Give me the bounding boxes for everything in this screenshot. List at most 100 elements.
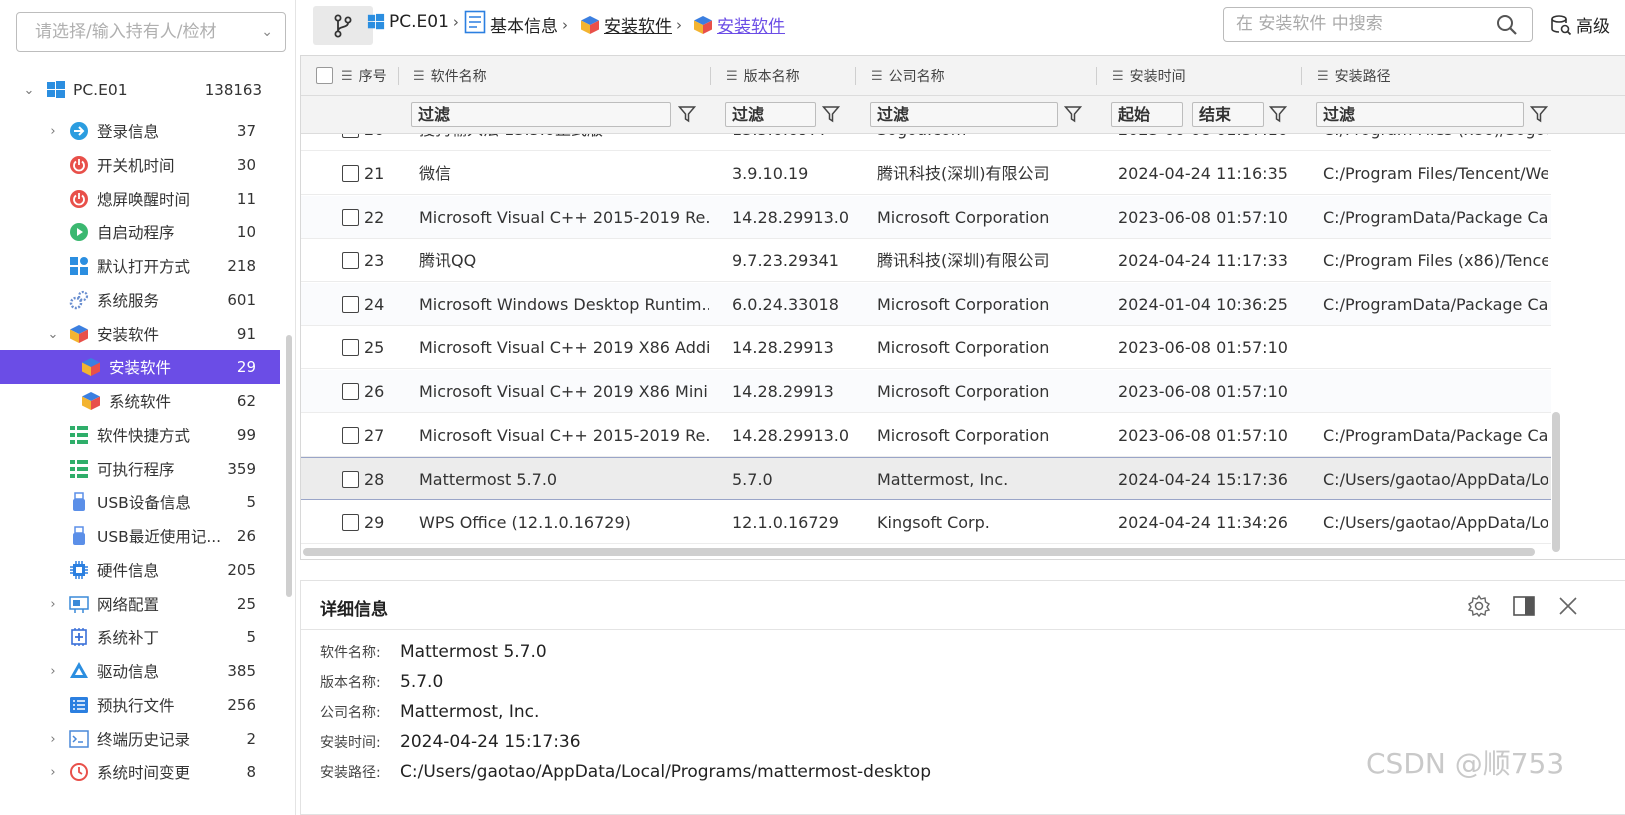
branch-button[interactable]	[313, 6, 373, 45]
table-row[interactable]: 20 搜狗输入法 13.5.0正式版 13.5.0.6977 Sogou.com…	[301, 134, 1551, 151]
sidebar-item[interactable]: 系统服务 601	[0, 283, 280, 317]
column-header-version[interactable]: ☰ 版本名称	[726, 56, 800, 96]
cell-name: Microsoft Visual C++ 2019 X86 Addi...	[419, 338, 709, 358]
holder-select[interactable]: 请选择/输入持有人/检材 ⌄	[16, 12, 286, 52]
chevron-right-icon[interactable]: ›	[46, 597, 60, 612]
vertical-scrollbar[interactable]	[1552, 412, 1560, 552]
breadcrumb-item-installed-software[interactable]: 安装软件 ›	[580, 12, 686, 37]
sidebar-item[interactable]: › 终端历史记录 2	[0, 722, 280, 756]
advanced-search-button[interactable]: 高级	[1550, 12, 1610, 37]
horizontal-scrollbar[interactable]	[303, 548, 1535, 556]
sidebar-item[interactable]: 默认打开方式 218	[0, 249, 280, 283]
table-row[interactable]: 23 腾讯QQ 9.7.23.29341 腾讯科技(深圳)有限公司 2024-04-24…	[301, 239, 1551, 283]
cell-version: 14.28.29913	[732, 382, 834, 401]
row-checkbox[interactable]	[342, 165, 359, 182]
start-date-input[interactable]: 起始	[1111, 102, 1183, 127]
name-filter-input[interactable]: 过滤	[411, 102, 671, 127]
breadcrumb-item-current[interactable]: 安装软件	[693, 12, 785, 37]
sidebar-item[interactable]: 开关机时间 30	[0, 148, 280, 182]
chevron-right-icon[interactable]: ›	[46, 732, 60, 747]
sidebar-item[interactable]: › 驱动信息 385	[0, 654, 280, 688]
cell-path: C:/Program Files (x86)/Tence...	[1323, 251, 1548, 271]
sidebar-item-count: 30	[236, 156, 256, 174]
column-divider[interactable]	[710, 67, 711, 85]
table-row[interactable]: 26 Microsoft Visual C++ 2019 X86 Mini... 1…	[301, 370, 1551, 413]
column-divider[interactable]	[855, 67, 856, 85]
end-date-input[interactable]: 结束	[1192, 102, 1264, 127]
table-row[interactable]: 27 Microsoft Visual C++ 2015-2019 Re... 14…	[301, 413, 1551, 457]
column-header-name[interactable]: ☰ 软件名称	[413, 56, 487, 96]
path-filter-input[interactable]: 过滤	[1316, 102, 1524, 127]
sidebar-item[interactable]: › 网络配置 25	[0, 587, 280, 621]
row-checkbox[interactable]	[342, 295, 359, 313]
close-icon[interactable]	[1556, 594, 1580, 618]
filter-icon[interactable]	[1530, 105, 1548, 123]
sidebar-item[interactable]: 安装软件 29	[0, 350, 280, 384]
company-filter-input[interactable]: 过滤	[870, 102, 1058, 127]
select-all-checkbox[interactable]	[316, 67, 333, 84]
sidebar-item[interactable]: 可执行程序 359	[0, 452, 280, 486]
chevron-right-icon[interactable]: ›	[46, 664, 60, 679]
filter-icon[interactable]	[1269, 105, 1287, 123]
table-row[interactable]: 24 Microsoft Windows Desktop Runtim... 6.0…	[301, 282, 1551, 326]
version-filter-input[interactable]: 过滤	[725, 102, 816, 127]
column-menu-icon[interactable]: ☰	[341, 69, 353, 84]
sidebar-item[interactable]: 系统软件 62	[0, 384, 280, 418]
table-row[interactable]: 21 微信 3.9.10.19 腾讯科技(深圳)有限公司 2024-04-24 11:1…	[301, 152, 1551, 195]
sidebar-item[interactable]: 软件快捷方式 99	[0, 418, 280, 452]
table-row[interactable]: 29 WPS Office (12.1.0.16729) 12.1.0.16729 K…	[301, 500, 1551, 544]
sidebar-item[interactable]: 系统补丁 5	[0, 620, 280, 654]
gear-icon[interactable]	[1467, 594, 1491, 618]
column-menu-icon[interactable]: ☰	[1112, 69, 1124, 84]
column-divider[interactable]	[1096, 67, 1097, 85]
sidebar-item[interactable]: › 系统时间变更 8	[0, 755, 280, 789]
column-menu-icon[interactable]: ☰	[726, 69, 738, 84]
sidebar-scrollbar[interactable]	[286, 335, 292, 597]
table-row[interactable]: 22 Microsoft Visual C++ 2015-2019 Re... 14…	[301, 195, 1551, 239]
column-menu-icon[interactable]: ☰	[871, 69, 883, 84]
chevron-down-icon[interactable]: ⌄	[46, 327, 60, 342]
row-checkbox[interactable]	[342, 513, 359, 531]
sidebar-item[interactable]: › 登录信息 37	[0, 114, 280, 148]
sidebar-item-label: 熄屏唤醒时间	[97, 191, 191, 209]
chevron-down-icon[interactable]: ⌄	[261, 13, 273, 51]
sidebar-item[interactable]: 预执行文件 256	[0, 688, 280, 722]
filter-icon[interactable]	[822, 105, 840, 123]
column-divider[interactable]	[398, 67, 399, 85]
row-checkbox[interactable]	[342, 134, 359, 138]
column-header-install-path[interactable]: ☰ 安装路径	[1317, 56, 1391, 96]
row-checkbox[interactable]	[342, 426, 359, 444]
column-header-install-time[interactable]: ☰ 安装时间	[1112, 56, 1186, 96]
column-header-company[interactable]: ☰ 公司名称	[871, 56, 945, 96]
column-divider[interactable]	[1301, 67, 1302, 85]
search-icon[interactable]	[1496, 14, 1518, 36]
row-checkbox[interactable]	[342, 208, 359, 226]
breadcrumb-item-basic-info[interactable]: 基本信息 ›	[464, 10, 572, 37]
table-row[interactable]: 25 Microsoft Visual C++ 2019 X86 Addi... 1…	[301, 326, 1551, 370]
sidebar-item[interactable]: 自启动程序 10	[0, 215, 280, 249]
sidebar-item[interactable]: 硬件信息 205	[0, 553, 280, 587]
table-row[interactable]: 28 Mattermost 5.7.0 5.7.0 Mattermost, Inc. 2…	[301, 457, 1551, 501]
breadcrumb-item-pc[interactable]: PC.E01 ›	[367, 12, 463, 32]
sidebar-item[interactable]: USB最近使用记... 26	[0, 519, 280, 553]
play-icon	[70, 223, 88, 241]
row-checkbox[interactable]	[342, 383, 359, 400]
row-checkbox[interactable]	[342, 339, 359, 357]
column-menu-icon[interactable]: ☰	[413, 69, 425, 84]
detail-value: 2024-04-24 15:17:36	[400, 732, 581, 752]
filter-icon[interactable]	[678, 105, 696, 123]
tree-root-pc[interactable]: ⌄ PC.E01 138163	[0, 73, 280, 107]
sidebar-item[interactable]: USB设备信息 5	[0, 485, 280, 519]
row-checkbox[interactable]	[342, 252, 359, 270]
search-input[interactable]: 在 安装软件 中搜索	[1223, 7, 1533, 42]
column-menu-icon[interactable]: ☰	[1317, 69, 1329, 84]
column-header-index[interactable]: ☰ 序号	[341, 56, 387, 96]
panel-layout-icon[interactable]	[1512, 594, 1536, 618]
filter-icon[interactable]	[1064, 105, 1082, 123]
row-checkbox[interactable]	[342, 471, 359, 489]
chevron-down-icon[interactable]: ⌄	[22, 83, 36, 98]
sidebar-item[interactable]: 熄屏唤醒时间 11	[0, 182, 280, 216]
chevron-right-icon[interactable]: ›	[46, 765, 60, 780]
chevron-right-icon[interactable]: ›	[46, 124, 60, 139]
sidebar-item[interactable]: ⌄ 安装软件 91	[0, 317, 280, 351]
